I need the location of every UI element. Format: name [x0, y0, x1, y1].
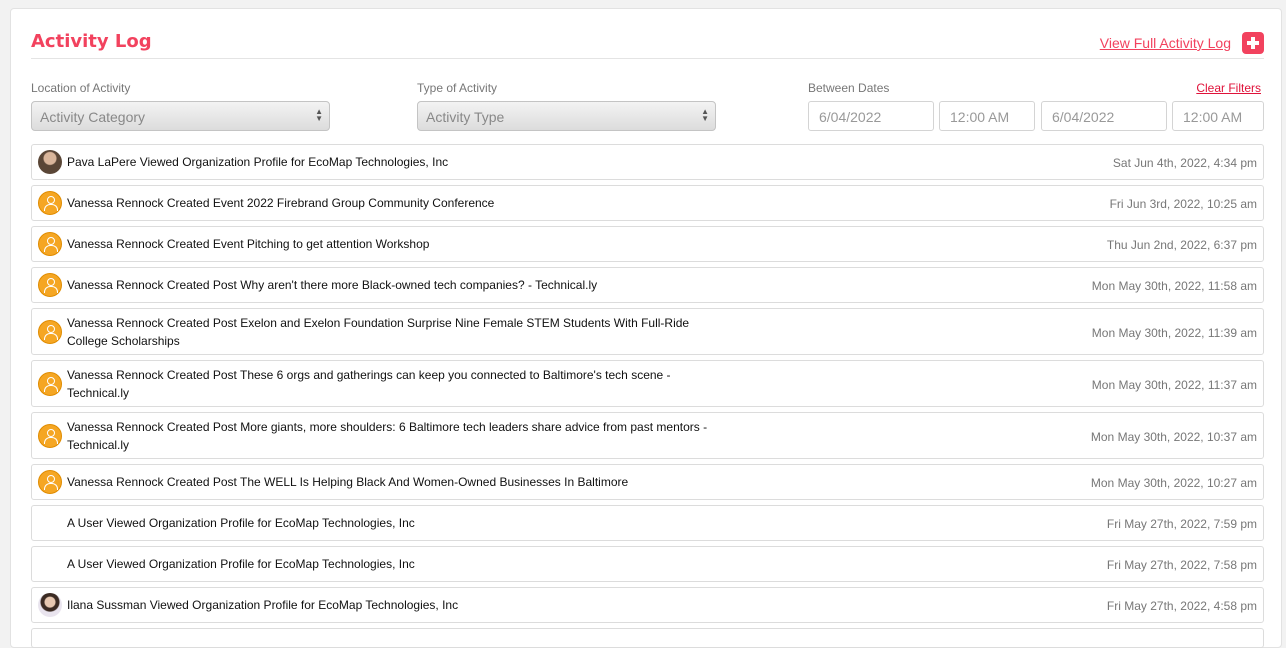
- default-user-avatar-icon: [38, 372, 62, 396]
- activity-description: Vanessa Rennock Created Post The WELL Is…: [67, 475, 629, 489]
- activity-description: Vanessa Rennock Created Event 2022 Fireb…: [67, 196, 495, 210]
- dates-filter-label: Between Dates: [808, 81, 890, 95]
- activity-type-value: Activity Type: [426, 109, 505, 125]
- view-full-activity-log-link[interactable]: View Full Activity Log: [1100, 35, 1231, 51]
- activity-row[interactable]: A User Viewed Organization Profile for E…: [31, 505, 1264, 541]
- activity-row[interactable]: Vanessa Rennock Created Post These 6 org…: [31, 360, 1264, 407]
- activity-timestamp: Thu Jun 2nd, 2022, 6:37 pm: [1106, 238, 1257, 252]
- page-title: Activity Log: [31, 31, 152, 52]
- activity-log-header: Activity Log View Full Activity Log: [31, 29, 1264, 59]
- location-filter-label: Location of Activity: [31, 81, 131, 95]
- activity-timestamp: Mon May 30th, 2022, 11:37 am: [1091, 378, 1257, 392]
- end-date-input[interactable]: 6/04/2022: [1041, 101, 1167, 131]
- activity-row[interactable]: Ilana Sussman Viewed Organization Profil…: [31, 587, 1264, 623]
- activity-description: A User Viewed Organization Profile for E…: [67, 557, 415, 571]
- activity-timestamp: Mon May 30th, 2022, 10:27 am: [1090, 476, 1257, 490]
- activity-description: Pava LaPere Viewed Organization Profile …: [67, 155, 449, 169]
- start-time-input[interactable]: 12:00 AM: [939, 101, 1035, 131]
- activity-description: A User Viewed Organization Profile for E…: [67, 516, 415, 530]
- start-date-input[interactable]: 6/04/2022: [808, 101, 934, 131]
- end-time-input[interactable]: 12:00 AM: [1172, 101, 1264, 131]
- activity-timestamp: Mon May 30th, 2022, 11:39 am: [1091, 326, 1257, 340]
- activity-timestamp: Fri Jun 3rd, 2022, 10:25 am: [1109, 197, 1257, 211]
- select-arrows-icon: ▲ ▼: [701, 107, 709, 123]
- activity-description: Vanessa Rennock Created Post These 6 org…: [67, 368, 671, 400]
- select-arrows-icon: ▲ ▼: [315, 107, 323, 123]
- activity-timestamp: Mon May 30th, 2022, 11:58 am: [1091, 279, 1257, 293]
- activity-row[interactable]: [31, 628, 1264, 648]
- activity-type-select[interactable]: Activity Type ▲ ▼: [417, 101, 716, 131]
- activity-description: Vanessa Rennock Created Post More giants…: [67, 420, 708, 452]
- activity-row[interactable]: Pava LaPere Viewed Organization Profile …: [31, 144, 1264, 180]
- type-filter-label: Type of Activity: [417, 81, 498, 95]
- activity-timestamp: Mon May 30th, 2022, 10:37 am: [1090, 430, 1257, 444]
- default-user-avatar-icon: [38, 470, 62, 494]
- default-user-avatar-icon: [38, 320, 62, 344]
- activity-category-select[interactable]: Activity Category ▲ ▼: [31, 101, 330, 131]
- default-user-avatar-icon: [38, 273, 62, 297]
- activity-timestamp: Fri May 27th, 2022, 4:58 pm: [1106, 599, 1257, 613]
- activity-row[interactable]: Vanessa Rennock Created Post The WELL Is…: [31, 464, 1264, 500]
- default-user-avatar-icon: [38, 232, 62, 256]
- activity-log-card: Activity Log View Full Activity Log Loca…: [10, 8, 1282, 648]
- activity-category-value: Activity Category: [40, 109, 146, 125]
- activity-description: Vanessa Rennock Created Event Pitching t…: [67, 237, 430, 251]
- default-user-avatar-icon: [38, 424, 62, 448]
- activity-timestamp: Sat Jun 4th, 2022, 4:34 pm: [1112, 156, 1257, 170]
- default-user-avatar-icon: [38, 191, 62, 215]
- activity-row[interactable]: Vanessa Rennock Created Event 2022 Fireb…: [31, 185, 1264, 221]
- activity-description: Vanessa Rennock Created Post Why aren't …: [67, 278, 598, 292]
- activity-row[interactable]: A User Viewed Organization Profile for E…: [31, 546, 1264, 582]
- plus-icon[interactable]: [1242, 32, 1264, 54]
- activity-timestamp: Fri May 27th, 2022, 7:59 pm: [1106, 517, 1257, 531]
- activity-row[interactable]: Vanessa Rennock Created Post Why aren't …: [31, 267, 1264, 303]
- activity-description: Vanessa Rennock Created Post Exelon and …: [67, 316, 690, 348]
- clear-filters-link[interactable]: Clear Filters: [1196, 81, 1261, 95]
- user-avatar: [38, 150, 62, 174]
- activity-timestamp: Fri May 27th, 2022, 7:58 pm: [1106, 558, 1257, 572]
- activity-row[interactable]: Vanessa Rennock Created Post Exelon and …: [31, 308, 1264, 355]
- activity-description: Ilana Sussman Viewed Organization Profil…: [67, 598, 459, 612]
- activity-row[interactable]: Vanessa Rennock Created Event Pitching t…: [31, 226, 1264, 262]
- user-avatar: [38, 593, 62, 617]
- activity-row[interactable]: Vanessa Rennock Created Post More giants…: [31, 412, 1264, 459]
